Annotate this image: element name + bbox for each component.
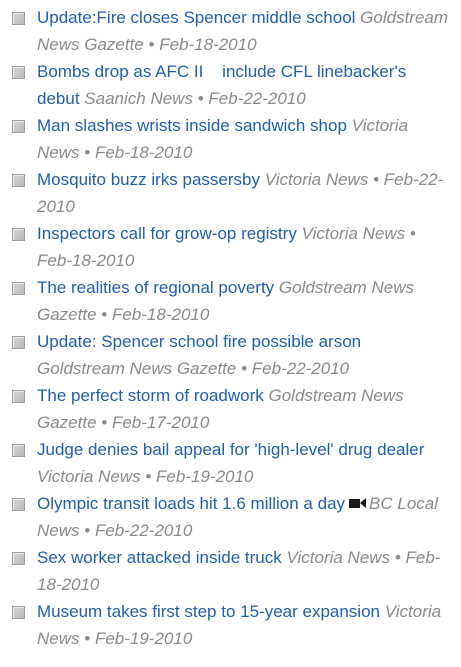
- list-item: Sex worker attacked inside truck Victori…: [12, 544, 452, 598]
- headline-link[interactable]: Inspectors call for grow-op registry: [37, 224, 297, 243]
- separator: •: [145, 467, 152, 486]
- headline-link[interactable]: Man slashes wrists inside sandwich shop: [37, 116, 347, 135]
- date-label: Feb-18-2010: [37, 251, 135, 270]
- article-meta: Goldstream News Gazette • Feb-22-2010: [37, 359, 349, 378]
- separator: •: [101, 413, 108, 432]
- separator: •: [394, 548, 401, 567]
- headline-link[interactable]: Museum takes first step to 15-year expan…: [37, 602, 380, 621]
- date-label: Feb-18-2010: [111, 305, 210, 324]
- separator: •: [84, 629, 91, 648]
- separator: •: [101, 305, 108, 324]
- article-meta: Saanich News • Feb-22-2010: [84, 89, 305, 108]
- source-label: Victoria News: [264, 170, 369, 189]
- news-list: Update:Fire closes Spencer middle school…: [0, 0, 452, 652]
- list-item: Museum takes first step to 15-year expan…: [12, 598, 452, 652]
- separator: •: [409, 224, 416, 243]
- bullet-square-icon: [12, 606, 25, 619]
- headline-link[interactable]: The perfect storm of roadwork: [37, 386, 264, 405]
- source-label: Victoria News: [301, 224, 406, 243]
- list-item: Mosquito buzz irks passersby Victoria Ne…: [12, 166, 452, 220]
- date-label: Feb-18-2010: [94, 143, 193, 162]
- list-item: Inspectors call for grow-op registry Vic…: [12, 220, 452, 274]
- bullet-square-icon: [12, 390, 25, 403]
- source-label: Goldstream News Gazette: [37, 359, 237, 378]
- article-meta: Victoria News • Feb-19-2010: [37, 467, 253, 486]
- headline-link[interactable]: Mosquito buzz irks passersby: [37, 170, 260, 189]
- headline-link[interactable]: Sex worker attacked inside truck: [37, 548, 282, 567]
- date-label: Feb-18-2010: [159, 35, 257, 54]
- bullet-square-icon: [12, 120, 25, 133]
- headline-link[interactable]: Update: Spencer school fire possible ars…: [37, 332, 361, 351]
- bullet-square-icon: [12, 12, 25, 25]
- video-camera-icon: [349, 497, 367, 509]
- bullet-square-icon: [12, 228, 25, 241]
- headline-link[interactable]: Olympic transit loads hit 1.6 million a …: [37, 494, 345, 513]
- bullet-square-icon: [12, 444, 25, 457]
- separator: •: [148, 35, 155, 54]
- date-label: Feb-19-2010: [156, 467, 254, 486]
- date-label: Feb-22-2010: [94, 521, 193, 540]
- list-item: Update:Fire closes Spencer middle school…: [12, 4, 452, 58]
- separator: •: [241, 359, 248, 378]
- list-item: Olympic transit loads hit 1.6 million a …: [12, 490, 452, 544]
- list-item: Man slashes wrists inside sandwich shop …: [12, 112, 452, 166]
- bullet-square-icon: [12, 282, 25, 295]
- headline-link[interactable]: Judge denies bail appeal for 'high-level…: [37, 440, 424, 459]
- source-label: Saanich News: [84, 89, 193, 108]
- bullet-square-icon: [12, 66, 25, 79]
- list-item: The realities of regional poverty Goldst…: [12, 274, 452, 328]
- date-label: Feb-17-2010: [111, 413, 210, 432]
- list-item: Bombs drop as AFC II include CFL linebac…: [12, 58, 452, 112]
- source-label: Victoria News: [37, 467, 141, 486]
- bullet-square-icon: [12, 552, 25, 565]
- separator: •: [84, 521, 91, 540]
- date-label: Feb-22-2010: [208, 89, 306, 108]
- bullet-square-icon: [12, 336, 25, 349]
- date-label: Feb-22-2010: [251, 359, 350, 378]
- bullet-square-icon: [12, 174, 25, 187]
- date-label: Feb-19-2010: [94, 629, 193, 648]
- headline-link[interactable]: The realities of regional poverty: [37, 278, 274, 297]
- list-item: Update: Spencer school fire possible ars…: [12, 328, 452, 382]
- list-item: The perfect storm of roadwork Goldstream…: [12, 382, 452, 436]
- bullet-square-icon: [12, 498, 25, 511]
- headline-link[interactable]: Update:Fire closes Spencer middle school: [37, 8, 355, 27]
- source-label: Victoria News: [286, 548, 391, 567]
- separator: •: [373, 170, 380, 189]
- separator: •: [84, 143, 91, 162]
- separator: •: [197, 89, 204, 108]
- list-item: Judge denies bail appeal for 'high-level…: [12, 436, 452, 490]
